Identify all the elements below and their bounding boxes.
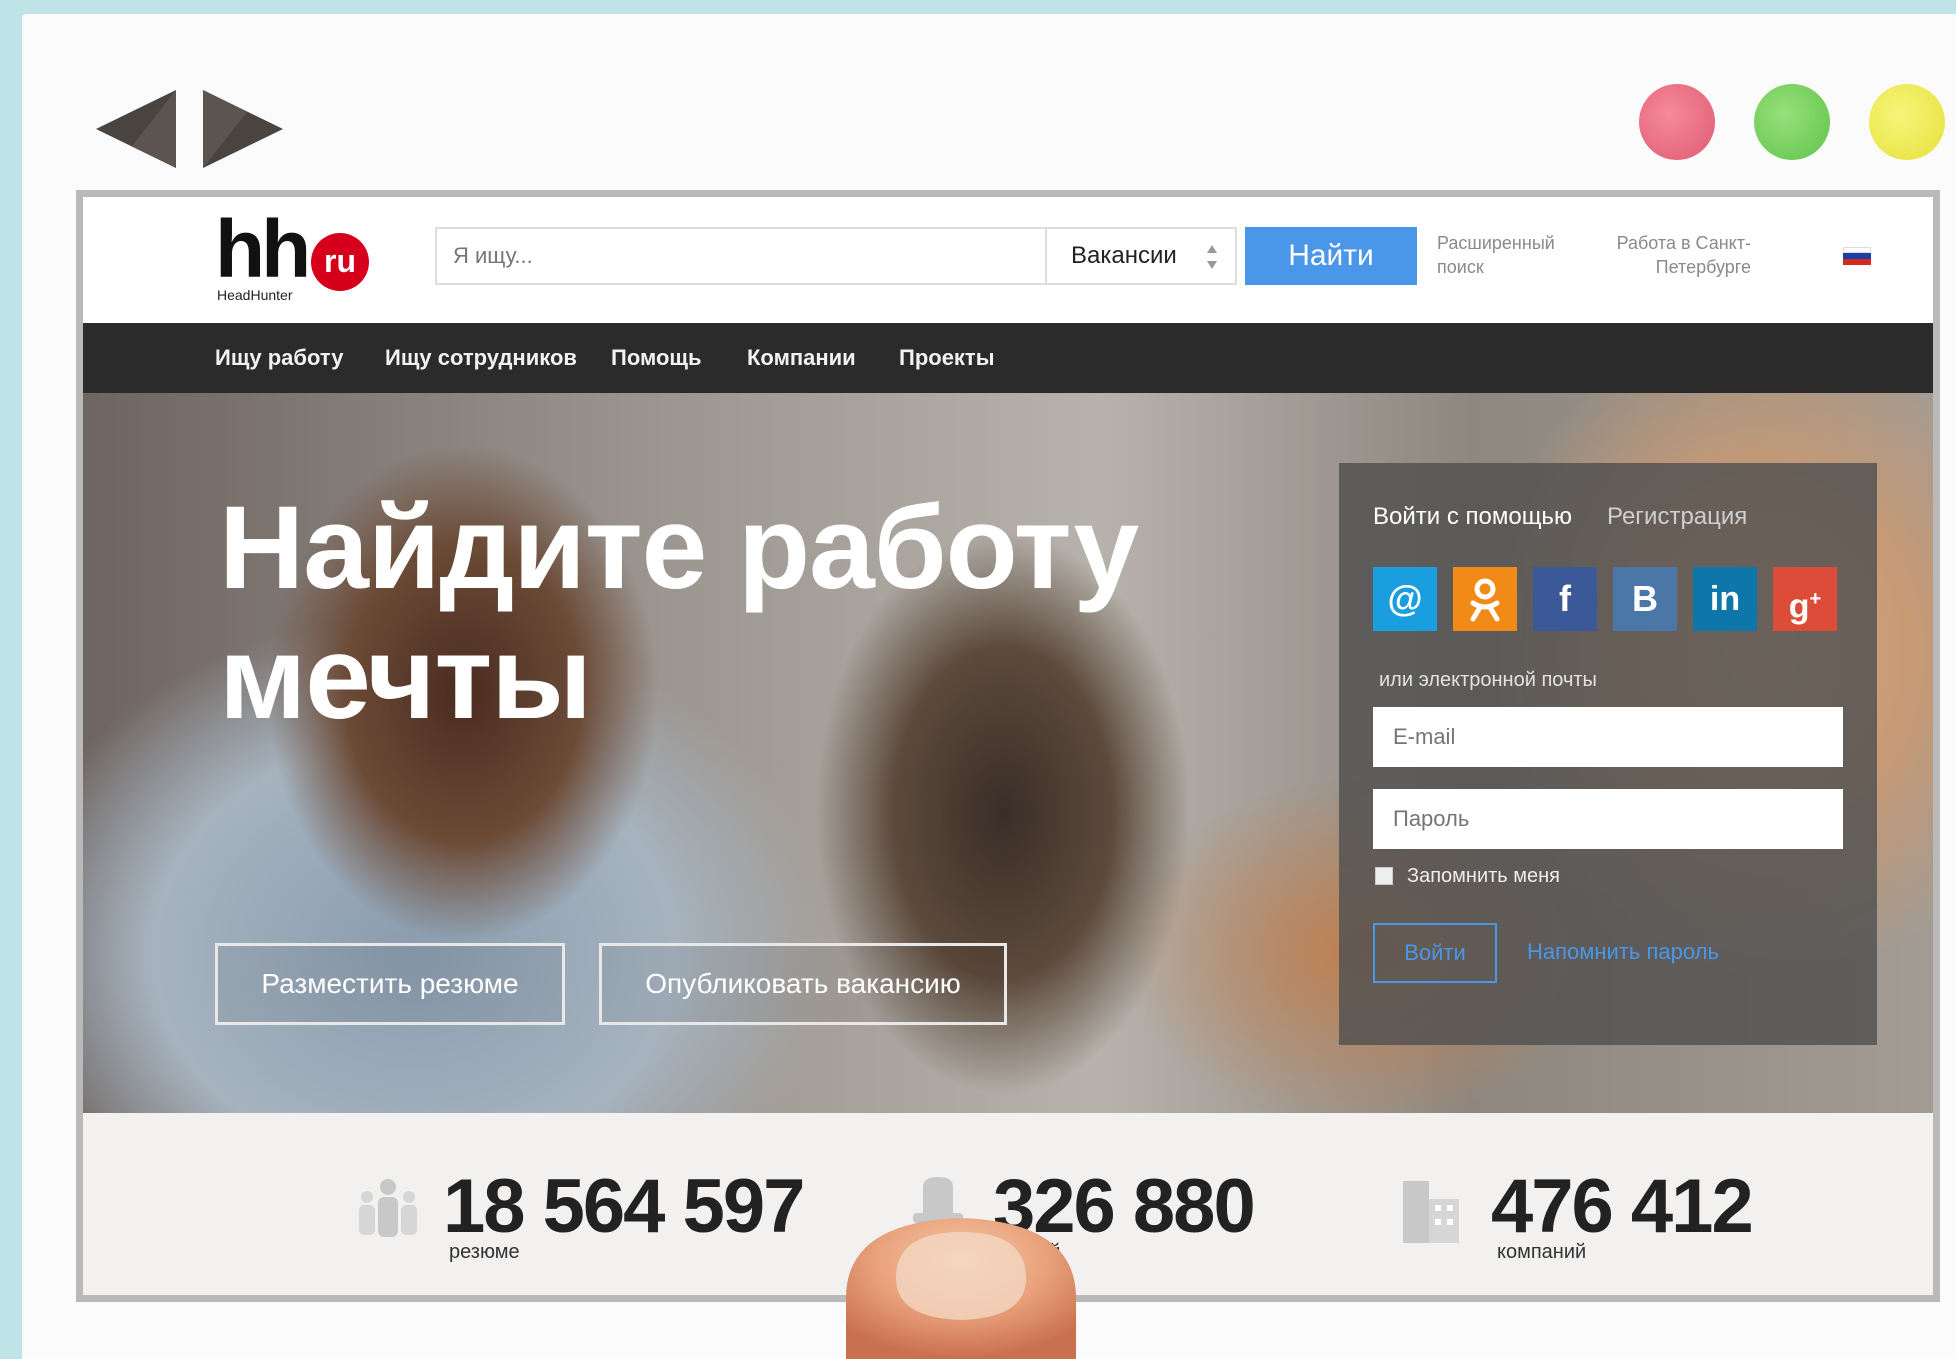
tab-login-with[interactable]: Войти с помощью [1373,503,1572,531]
people-icon [359,1179,417,1237]
password-field[interactable] [1373,789,1843,849]
window-close-dot[interactable] [1639,84,1715,160]
linkedin-icon[interactable]: in [1693,567,1757,631]
or-email-label: или электронной почты [1379,669,1597,691]
remember-label: Запомнить меня [1407,865,1561,887]
login-submit-button[interactable]: Войти [1373,923,1497,983]
remember-checkbox[interactable] [1375,867,1393,885]
russian-flag-icon[interactable] [1843,247,1871,265]
email-field[interactable] [1373,707,1843,767]
stat-value: 18 564 597 [443,1164,805,1249]
hero-title-line1: Найдите работу [219,482,1139,614]
hero-banner: Найдите работу мечты Разместить резюме О… [83,393,1933,1113]
search-type-select[interactable]: Вакансии [1047,227,1237,285]
logo-badge: ru [311,233,369,291]
google-plus-icon[interactable]: g+ [1773,567,1837,631]
search-box [435,227,1047,285]
select-arrows-icon [1207,245,1217,269]
facebook-icon[interactable]: f [1533,567,1597,631]
nav-item-companies[interactable]: Компании [747,345,856,371]
nav-item-find-job[interactable]: Ищу работу [215,345,343,371]
nav-item-find-staff[interactable]: Ищу сотрудников [385,345,577,371]
logo-text: hh [215,204,311,295]
search-type-value: Вакансии [1071,242,1177,269]
main-nav: Ищу работу Ищу сотрудников Помощь Компан… [83,323,1933,393]
nav-item-help[interactable]: Помощь [611,345,701,371]
tab-register[interactable]: Регистрация [1607,503,1747,531]
search-input[interactable] [437,229,1045,283]
stat-label: компаний [1497,1241,1587,1263]
hero-title-line2: мечты [219,612,592,744]
hh-logo[interactable]: hh ru HeadHunter [215,209,385,305]
hero-title: Найдите работу мечты [219,482,1139,744]
advanced-search-link[interactable]: Расширенный поиск [1437,231,1577,279]
site-header: hh ru HeadHunter Вакансии Найти Расширен… [83,197,1933,323]
mail-ru-icon[interactable]: @ [1373,567,1437,631]
building-icon [1403,1181,1459,1243]
window-maximize-dot[interactable] [1754,84,1830,160]
history-arrows [92,84,292,174]
post-vacancy-button[interactable]: Опубликовать вакансию [599,943,1007,1025]
find-button[interactable]: Найти [1245,227,1417,285]
logo-subtitle: HeadHunter [217,287,293,303]
vkontakte-icon[interactable]: B [1613,567,1677,631]
odnoklassniki-icon[interactable] [1453,567,1517,631]
pointing-finger [846,1218,1076,1359]
window-minimize-dot[interactable] [1869,84,1945,160]
back-arrow-icon[interactable] [92,84,182,174]
login-panel: Войти с помощью Регистрация @ f B in g+ … [1339,463,1877,1045]
forward-arrow-icon[interactable] [197,84,287,174]
post-resume-button[interactable]: Разместить резюме [215,943,565,1025]
city-link[interactable]: Работа в Санкт-Петербурге [1603,231,1751,279]
stat-value: 476 412 [1491,1164,1754,1249]
stat-label: резюме [449,1241,520,1263]
nav-item-projects[interactable]: Проекты [899,345,995,371]
forgot-password-link[interactable]: Напомнить пароль [1527,939,1719,965]
browser-viewport: hh ru HeadHunter Вакансии Найти Расширен… [76,190,1940,1302]
